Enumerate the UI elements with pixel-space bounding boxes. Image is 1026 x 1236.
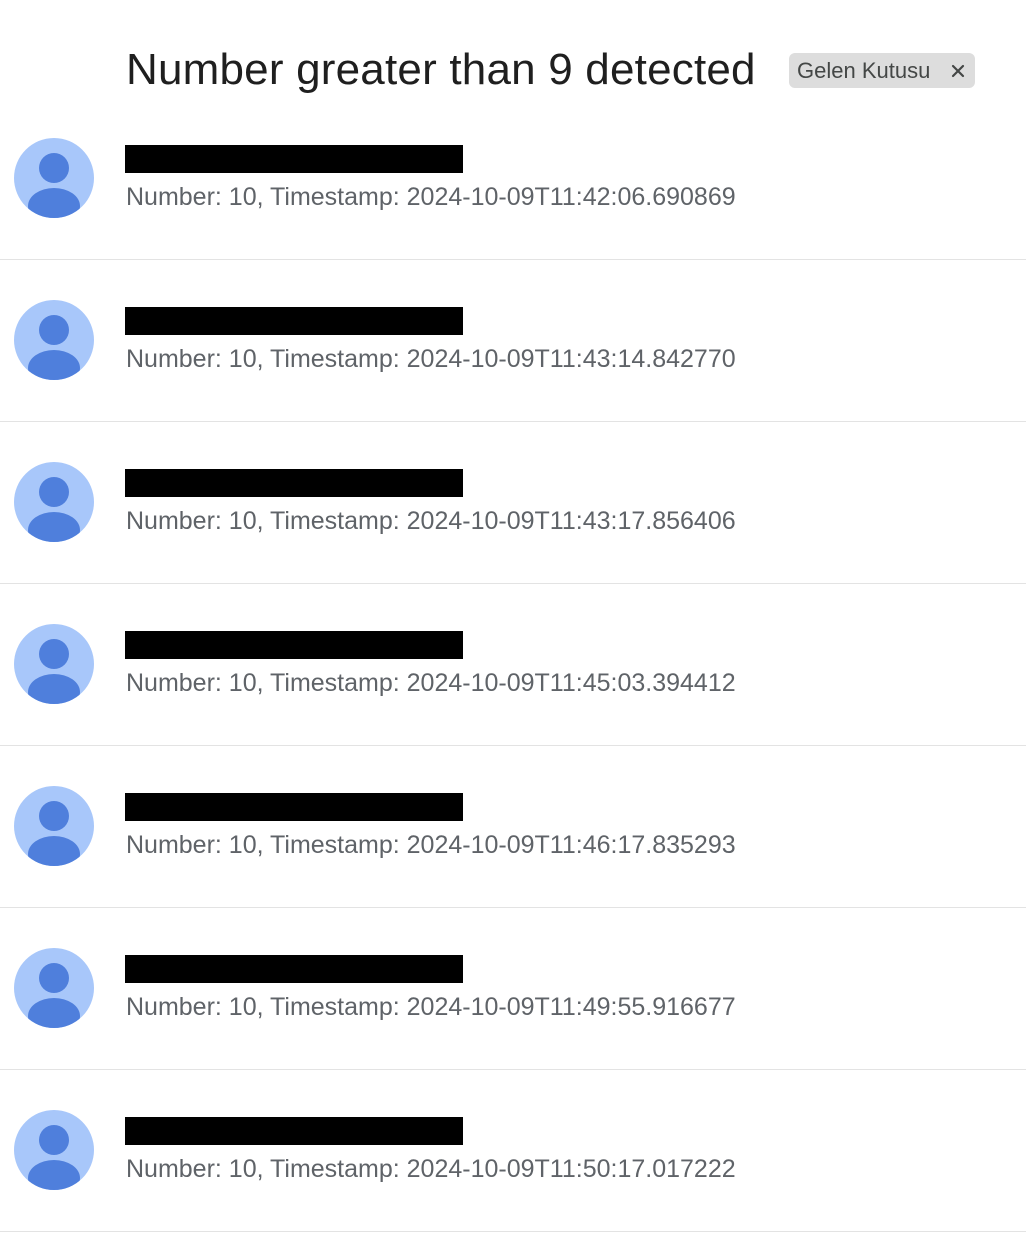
message-snippet: Number: 10, Timestamp: 2024-10-09T11:43:… xyxy=(126,507,736,535)
redacted-sender-name xyxy=(125,793,463,821)
default-person-avatar-icon[interactable] xyxy=(14,300,94,380)
message-snippet: Number: 10, Timestamp: 2024-10-09T11:46:… xyxy=(126,831,736,859)
message-item[interactable]: Number: 10, Timestamp: 2024-10-09T11:45:… xyxy=(0,584,1026,746)
message-snippet: Number: 10, Timestamp: 2024-10-09T11:49:… xyxy=(126,993,736,1021)
message-item[interactable]: Number: 10, Timestamp: 2024-10-09T11:50:… xyxy=(0,1070,1026,1232)
redacted-sender-name xyxy=(125,469,463,497)
message-item[interactable]: Number: 10, Timestamp: 2024-10-09T11:49:… xyxy=(0,908,1026,1070)
default-person-avatar-icon[interactable] xyxy=(14,786,94,866)
message-item[interactable]: Number: 10, Timestamp: 2024-10-09T11:46:… xyxy=(0,746,1026,908)
redacted-sender-name xyxy=(125,145,463,173)
default-person-avatar-icon[interactable] xyxy=(14,624,94,704)
label-chip-text: Gelen Kutusu xyxy=(797,57,931,83)
message-item[interactable]: Number: 10, Timestamp: 2024-10-09T11:42:… xyxy=(0,98,1026,260)
redacted-sender-name xyxy=(125,307,463,335)
message-item[interactable]: Number: 10, Timestamp: 2024-10-09T11:43:… xyxy=(0,422,1026,584)
default-person-avatar-icon[interactable] xyxy=(14,1110,94,1190)
thread-header: Number greater than 9 detected Gelen Kut… xyxy=(0,0,1026,110)
default-person-avatar-icon[interactable] xyxy=(14,948,94,1028)
label-chip-inbox[interactable]: Gelen Kutusu xyxy=(789,53,975,88)
redacted-sender-name xyxy=(125,1117,463,1145)
message-snippet: Number: 10, Timestamp: 2024-10-09T11:45:… xyxy=(126,669,736,697)
redacted-sender-name xyxy=(125,631,463,659)
message-item[interactable]: Number: 10, Timestamp: 2024-10-09T11:43:… xyxy=(0,260,1026,422)
message-snippet: Number: 10, Timestamp: 2024-10-09T11:43:… xyxy=(126,345,736,373)
redacted-sender-name xyxy=(125,955,463,983)
close-icon[interactable] xyxy=(949,62,967,80)
default-person-avatar-icon[interactable] xyxy=(14,138,94,218)
thread-subject: Number greater than 9 detected xyxy=(126,45,756,94)
default-person-avatar-icon[interactable] xyxy=(14,462,94,542)
message-snippet: Number: 10, Timestamp: 2024-10-09T11:50:… xyxy=(126,1155,736,1183)
message-snippet: Number: 10, Timestamp: 2024-10-09T11:42:… xyxy=(126,183,736,211)
message-list: Number: 10, Timestamp: 2024-10-09T11:42:… xyxy=(0,98,1026,1232)
